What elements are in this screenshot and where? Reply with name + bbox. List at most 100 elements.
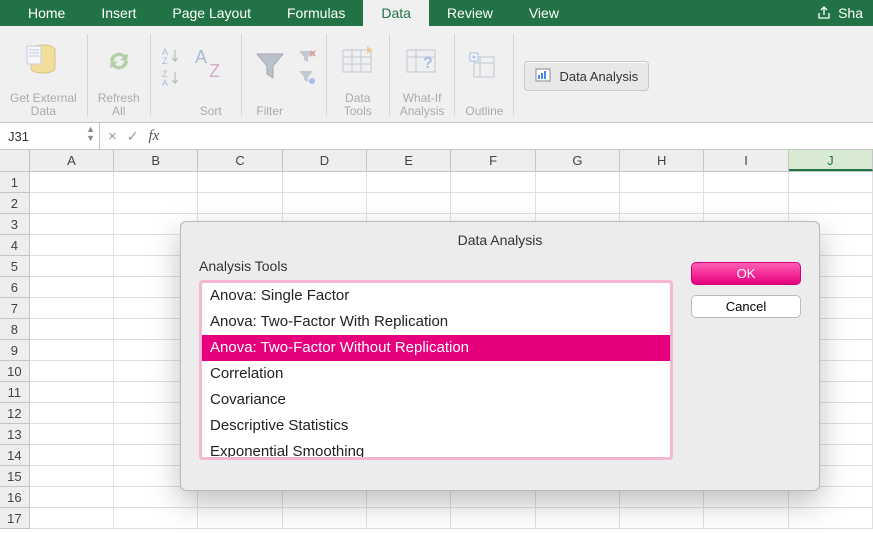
column-header[interactable]: C — [198, 150, 282, 171]
cell[interactable] — [30, 235, 114, 256]
cell[interactable] — [30, 445, 114, 466]
analysis-tool-item[interactable]: Covariance — [202, 387, 670, 413]
column-header[interactable]: I — [704, 150, 788, 171]
tab-insert[interactable]: Insert — [83, 0, 154, 26]
ok-button[interactable]: OK — [691, 262, 801, 285]
tab-home[interactable]: Home — [10, 0, 83, 26]
cell[interactable] — [30, 256, 114, 277]
cell[interactable] — [30, 361, 114, 382]
cell[interactable] — [789, 193, 873, 214]
analysis-tool-item[interactable]: Correlation — [202, 361, 670, 387]
row-header[interactable]: 1 — [0, 172, 30, 193]
cell[interactable] — [704, 508, 788, 529]
analysis-tools-list[interactable]: Anova: Single FactorAnova: Two-Factor Wi… — [199, 280, 673, 460]
cell[interactable] — [620, 172, 704, 193]
cell[interactable] — [30, 382, 114, 403]
cell[interactable] — [536, 508, 620, 529]
share-button[interactable]: Sha — [806, 0, 873, 26]
cell[interactable] — [30, 172, 114, 193]
column-header[interactable]: E — [367, 150, 451, 171]
row-header[interactable]: 8 — [0, 319, 30, 340]
cell[interactable] — [30, 214, 114, 235]
cell[interactable] — [367, 172, 451, 193]
cell[interactable] — [283, 508, 367, 529]
cell[interactable] — [114, 508, 198, 529]
group-outline[interactable]: Outline — [461, 28, 507, 122]
cell[interactable] — [198, 193, 282, 214]
cell[interactable] — [704, 172, 788, 193]
analysis-tool-item[interactable]: Exponential Smoothing — [202, 439, 670, 460]
sort-asc-icon[interactable]: AZ — [161, 47, 183, 65]
name-box-stepper[interactable]: ▲▼ — [86, 125, 95, 143]
row-header[interactable]: 2 — [0, 193, 30, 214]
group-get-external-data[interactable]: Get External Data — [6, 28, 81, 122]
cell[interactable] — [620, 193, 704, 214]
clear-filter-icon[interactable] — [296, 49, 316, 65]
select-all-corner[interactable] — [0, 150, 30, 171]
row-header[interactable]: 13 — [0, 424, 30, 445]
row-header[interactable]: 10 — [0, 361, 30, 382]
cancel-edit-icon[interactable]: × — [108, 128, 117, 145]
cell[interactable] — [283, 193, 367, 214]
group-refresh[interactable]: Refresh All — [94, 28, 144, 122]
cell[interactable] — [451, 508, 535, 529]
cell[interactable] — [367, 508, 451, 529]
cell[interactable] — [30, 466, 114, 487]
data-analysis-button[interactable]: Data Analysis — [524, 61, 649, 91]
cell[interactable] — [198, 172, 282, 193]
cell[interactable] — [789, 508, 873, 529]
column-header[interactable]: F — [451, 150, 535, 171]
confirm-edit-icon[interactable]: ✓ — [127, 128, 139, 145]
tab-page-layout[interactable]: Page Layout — [154, 0, 269, 26]
cell[interactable] — [789, 172, 873, 193]
cell[interactable] — [536, 193, 620, 214]
cell[interactable] — [30, 277, 114, 298]
fx-icon[interactable]: fx — [149, 128, 160, 145]
cell[interactable] — [114, 172, 198, 193]
column-header[interactable]: G — [536, 150, 620, 171]
tab-formulas[interactable]: Formulas — [269, 0, 363, 26]
cell[interactable] — [451, 172, 535, 193]
cell[interactable] — [536, 172, 620, 193]
column-header[interactable]: B — [114, 150, 198, 171]
row-header[interactable]: 4 — [0, 235, 30, 256]
cell[interactable] — [114, 193, 198, 214]
advanced-filter-icon[interactable] — [296, 69, 316, 85]
group-filter[interactable]: Filter — [248, 28, 292, 122]
tab-data[interactable]: Data — [363, 0, 429, 26]
row-header[interactable]: 12 — [0, 403, 30, 424]
row-header[interactable]: 9 — [0, 340, 30, 361]
cell[interactable] — [30, 424, 114, 445]
row-header[interactable]: 3 — [0, 214, 30, 235]
analysis-tool-item[interactable]: Descriptive Statistics — [202, 413, 670, 439]
cell[interactable] — [198, 508, 282, 529]
cell[interactable] — [30, 508, 114, 529]
cell[interactable] — [30, 193, 114, 214]
cell[interactable] — [30, 319, 114, 340]
row-header[interactable]: 6 — [0, 277, 30, 298]
cell[interactable] — [620, 508, 704, 529]
cell[interactable] — [451, 193, 535, 214]
column-header[interactable]: J — [789, 150, 873, 171]
row-header[interactable]: 5 — [0, 256, 30, 277]
row-header[interactable]: 14 — [0, 445, 30, 466]
name-box[interactable]: J31 ▲▼ — [0, 123, 100, 149]
analysis-tool-item[interactable]: Anova: Two-Factor Without Replication — [202, 335, 670, 361]
cancel-button[interactable]: Cancel — [691, 295, 801, 318]
group-whatif[interactable]: ? What-If Analysis — [396, 28, 449, 122]
cell[interactable] — [30, 487, 114, 508]
row-header[interactable]: 17 — [0, 508, 30, 529]
cell[interactable] — [30, 403, 114, 424]
row-header[interactable]: 15 — [0, 466, 30, 487]
analysis-tool-item[interactable]: Anova: Two-Factor With Replication — [202, 309, 670, 335]
group-data-tools[interactable]: Data Tools — [333, 28, 383, 122]
formula-input[interactable] — [167, 123, 873, 149]
column-header[interactable]: A — [30, 150, 114, 171]
cell[interactable] — [367, 193, 451, 214]
row-header[interactable]: 7 — [0, 298, 30, 319]
cell[interactable] — [30, 298, 114, 319]
analysis-tool-item[interactable]: Anova: Single Factor — [202, 283, 670, 309]
tab-review[interactable]: Review — [429, 0, 511, 26]
row-header[interactable]: 11 — [0, 382, 30, 403]
group-sort[interactable]: AZ Sort — [187, 28, 235, 122]
